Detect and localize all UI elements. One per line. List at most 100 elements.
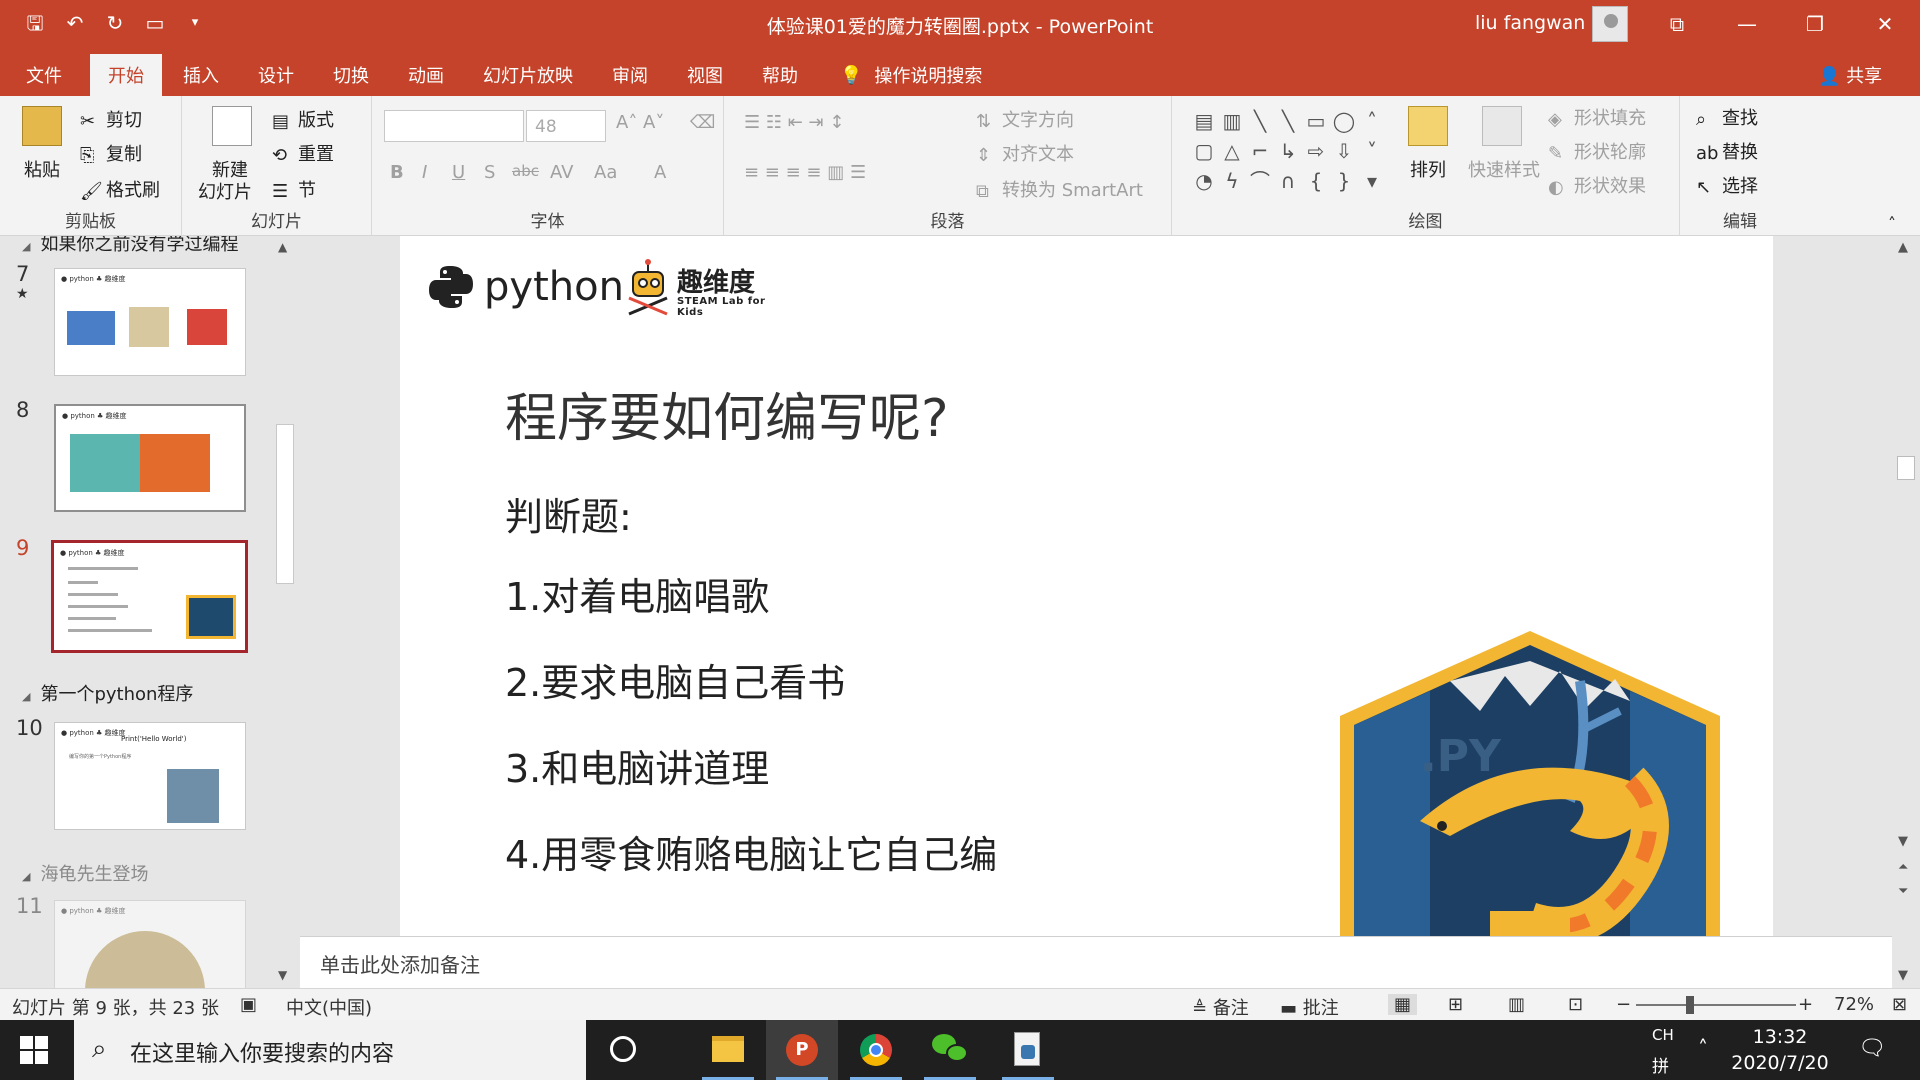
clock-date[interactable]: 2020/7/20	[1730, 1052, 1830, 1074]
brace-left-icon[interactable]: {	[1302, 166, 1330, 196]
python-idle-app[interactable]	[992, 1020, 1064, 1080]
paste-button[interactable]: 粘贴	[24, 156, 60, 182]
scroll-up-icon[interactable]: ˄	[1358, 106, 1386, 136]
tab-transitions[interactable]: 切换	[333, 62, 369, 88]
bullets-icon[interactable]: ☰ ☷ ⇤ ⇥ ↕	[744, 112, 844, 133]
zoom-slider-thumb[interactable]	[1686, 996, 1694, 1014]
align-icons[interactable]: ≡ ≡ ≡ ≡ ▥ ☰	[744, 162, 866, 183]
arc-icon[interactable]: ⌒	[1246, 166, 1274, 196]
input-language[interactable]: CH	[1652, 1026, 1674, 1044]
comments-toggle[interactable]: ▬ 批注	[1280, 994, 1339, 1020]
cut-button[interactable]: ✂ 剪切	[80, 106, 142, 132]
reading-view-icon[interactable]: ▥	[1508, 994, 1525, 1015]
lightning-icon[interactable]: ϟ	[1218, 166, 1246, 196]
previous-slide-icon[interactable]: ⏶	[1898, 860, 1908, 875]
copy-button[interactable]: ⎘ 复制	[80, 140, 142, 166]
chrome-app[interactable]	[840, 1020, 912, 1080]
arrange-button[interactable]: 排列	[1410, 156, 1446, 182]
gallery-more-icon[interactable]: ▾	[1358, 166, 1386, 196]
arrow-right-icon[interactable]: ⇨	[1302, 136, 1330, 166]
layout-button[interactable]: ▤ 版式	[272, 106, 334, 132]
new-slide-label-2[interactable]: 幻灯片	[198, 178, 252, 204]
font-name-combo[interactable]	[384, 110, 524, 142]
tab-view[interactable]: 视图	[687, 62, 723, 88]
language-indicator[interactable]: 中文(中国)	[286, 994, 372, 1020]
font-size-combo[interactable]: 48	[526, 110, 606, 142]
wechat-app[interactable]	[914, 1020, 986, 1080]
thumbnail-slide-10[interactable]: ● python ♣ 趣维度 Print('Hello World') 编写你的…	[54, 722, 246, 830]
tab-slideshow[interactable]: 幻灯片放映	[483, 62, 573, 88]
notes-toggle[interactable]: ≜ 备注	[1192, 994, 1249, 1020]
bold-button[interactable]: B	[390, 162, 404, 183]
fit-slide-icon[interactable]: ⊠	[1892, 994, 1907, 1015]
notes-pane[interactable]: 单击此处添加备注	[300, 936, 1900, 988]
thumbnail-slide-9[interactable]: ● python ♣ 趣维度	[51, 540, 248, 653]
char-spacing-button[interactable]: AV	[550, 162, 573, 183]
quick-styles-button[interactable]: 快速样式	[1468, 156, 1540, 182]
vtextbox-icon[interactable]: ▥	[1218, 106, 1246, 136]
thumbnail-scroll-thumb[interactable]	[276, 424, 294, 584]
triangle-icon[interactable]: △	[1218, 136, 1246, 166]
normal-view-icon[interactable]: ▦	[1388, 994, 1418, 1015]
shape-effects-button[interactable]: ◐ 形状效果	[1548, 172, 1646, 198]
python-hexagon-illustration[interactable]: .PY	[1330, 621, 1730, 936]
tell-me-search[interactable]: 💡 操作说明搜索	[840, 62, 982, 88]
shadow-button[interactable]: S	[484, 162, 495, 183]
ime-indicator[interactable]: 拼	[1652, 1052, 1669, 1077]
clear-format-icon[interactable]: ⌫	[690, 112, 715, 133]
shape-fill-button[interactable]: ◈ 形状填充	[1548, 104, 1646, 130]
section-no-programming[interactable]: 如果你之前没有学过编程	[22, 236, 238, 256]
zoom-level[interactable]: 72%	[1834, 994, 1874, 1015]
section-turtle[interactable]: 海龟先生登场	[22, 860, 148, 886]
slideshow-view-icon[interactable]: ⊡	[1568, 994, 1583, 1015]
next-slide-icon[interactable]: ⏷	[1898, 884, 1908, 899]
italic-button[interactable]: I	[422, 162, 427, 183]
scroll-down-arrow-icon[interactable]: ▼	[1898, 834, 1908, 849]
arrange-icon[interactable]	[1408, 106, 1448, 146]
collapse-ribbon-icon[interactable]: ˄	[1888, 214, 1896, 233]
paste-icon[interactable]	[22, 106, 62, 146]
curve-icon[interactable]: ∩	[1274, 166, 1302, 196]
shape-outline-button[interactable]: ✎ 形状轮廓	[1548, 138, 1646, 164]
strikethrough-button[interactable]: abc	[512, 162, 539, 180]
show-hidden-icons-icon[interactable]: ˄	[1698, 1036, 1708, 1060]
avatar[interactable]	[1592, 6, 1628, 42]
zoom-in-icon[interactable]: +	[1798, 994, 1813, 1015]
font-color-button[interactable]: A	[654, 162, 666, 183]
scroll-up-arrow-icon[interactable]: ▲	[278, 240, 287, 254]
reset-button[interactable]: ⟲ 重置	[272, 140, 334, 166]
tab-file[interactable]: 文件	[26, 62, 62, 88]
freeform-icon[interactable]: ◔	[1190, 166, 1218, 196]
align-text-button[interactable]: ⇕ 对齐文本	[976, 140, 1074, 166]
cortana-icon[interactable]	[610, 1036, 636, 1062]
section-first-python[interactable]: 第一个python程序	[22, 680, 193, 706]
file-explorer-app[interactable]	[692, 1020, 764, 1080]
scroll-down-icon[interactable]: ˅	[1358, 136, 1386, 166]
zoom-slider-track[interactable]	[1636, 1004, 1796, 1006]
slide-body-option-3[interactable]: 3.和电脑讲道理	[505, 738, 769, 793]
slide-body-option-4[interactable]: 4.用零食贿赂电脑让它自己编	[505, 824, 997, 879]
slide-title[interactable]: 程序要如何编写呢?	[505, 376, 949, 451]
slide-body-question[interactable]: 判断题:	[505, 486, 632, 541]
rect2-icon[interactable]: ▢	[1190, 136, 1218, 166]
tab-animations[interactable]: 动画	[408, 62, 444, 88]
tab-review[interactable]: 审阅	[612, 62, 648, 88]
replace-button[interactable]: ab 替换	[1696, 138, 1758, 164]
grow-font-icon[interactable]: A˄ A˅	[616, 112, 664, 133]
thumbnail-slide-11[interactable]: ● python ♣ 趣维度	[54, 900, 246, 988]
quick-styles-icon[interactable]	[1482, 106, 1522, 146]
tab-insert[interactable]: 插入	[183, 62, 219, 88]
new-slide-icon[interactable]	[212, 106, 252, 146]
section-button[interactable]: ☰ 节	[272, 176, 316, 202]
rect-icon[interactable]: ▭	[1302, 106, 1330, 136]
zoom-out-icon[interactable]: −	[1616, 994, 1631, 1015]
line-icon[interactable]: ╲	[1246, 106, 1274, 136]
underline-button[interactable]: U	[452, 162, 465, 183]
restore-icon[interactable]: ❐	[1800, 10, 1830, 38]
find-button[interactable]: ⌕ 查找	[1696, 104, 1758, 130]
format-painter-button[interactable]: 🖌 格式刷	[80, 176, 160, 202]
tab-design[interactable]: 设计	[258, 62, 294, 88]
elbow-icon[interactable]: ⌐	[1246, 136, 1274, 166]
slide-canvas[interactable]: python 趣维度 STEAM Lab for Kids 程序要如何编写呢? …	[400, 236, 1773, 936]
shapes-gallery[interactable]: ▤ ▥ ╲ ╲ ▭ ◯ ˄ ▢ △ ⌐ ↳ ⇨ ⇩ ˅ ◔ ϟ ⌒ ∩{} ▾	[1190, 106, 1390, 196]
